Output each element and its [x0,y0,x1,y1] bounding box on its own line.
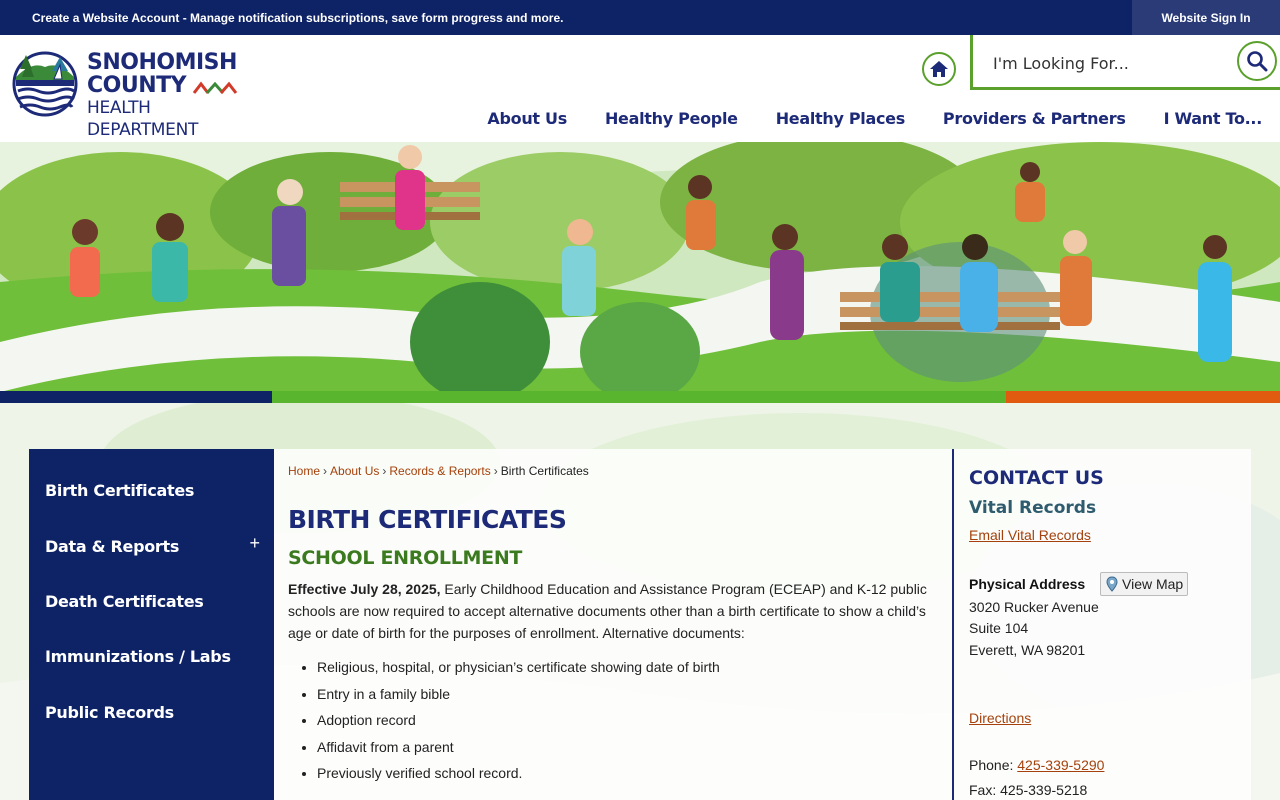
nav-providers-partners[interactable]: Providers & Partners [943,109,1126,128]
breadcrumb-about-us[interactable]: About Us [330,464,379,478]
website-sign-in-button[interactable]: Website Sign In [1132,0,1280,35]
logo-line-3: HEALTH DEPARTMENT [87,98,199,140]
page-title: BIRTH CERTIFICATES [288,505,567,534]
list-item: Entry in a family bible [317,683,720,710]
top-utility-bar: Create a Website Account - Manage notifi… [0,0,1280,35]
physical-address-label: Physical Address [969,576,1086,592]
home-icon [930,61,948,77]
breadcrumb: Home › About Us › Records & Reports › Birth Ce… [288,464,589,478]
alternative-documents-list: Religious, hospital, or physician’s cert… [317,656,720,789]
sidebar-item-immunizations-labs[interactable]: Immunizations / Labs [45,647,231,666]
breadcrumb-separator: › [382,464,387,478]
list-item: Affidavit from a parent [317,736,720,763]
county-logo[interactable]: SNOHOMISH COUNTY HEALTH DEPARTMENT [12,47,252,140]
directions-link[interactable]: Directions [969,710,1031,726]
home-button[interactable] [922,52,956,86]
breadcrumb-records-reports[interactable]: Records & Reports [389,464,490,478]
breadcrumb-separator: › [323,464,328,478]
breadcrumb-home[interactable]: Home [288,464,320,478]
search-button[interactable] [1237,41,1277,81]
main-navigation: About Us Healthy People Healthy Places P… [449,109,1262,128]
address-line-1: 3020 Rucker Avenue [969,599,1099,615]
color-stripe-orange [1006,391,1280,403]
logo-wordmark: SNOHOMISH COUNTY HEALTH DEPARTMENT [87,51,252,141]
county-seal-icon [12,51,78,117]
sidebar-item-death-certificates[interactable]: Death Certificates [45,592,204,611]
phone-line: Phone: 425-339-5290 [969,757,1104,773]
logo-line-2-text: COUNTY [87,73,187,98]
sidebar-nav: Birth Certificates Data & Reports + Deat… [29,449,274,800]
phone-link[interactable]: 425-339-5290 [1017,757,1104,773]
view-map-label: View Map [1122,576,1184,592]
search-icon [1247,51,1268,72]
color-stripe-navy [0,391,272,403]
section-title: SCHOOL ENROLLMENT [288,547,523,569]
houses-icon [193,81,238,94]
contact-title: CONTACT US [969,467,1104,489]
breadcrumb-separator: › [493,464,498,478]
search-input[interactable] [993,49,1223,77]
breadcrumb-current: Birth Certificates [500,464,589,478]
account-message: Create a Website Account - Manage notifi… [32,11,563,25]
sidebar-item-birth-certificates[interactable]: Birth Certificates [45,481,194,500]
site-header: SNOHOMISH COUNTY HEALTH DEPARTMENT I'm L… [0,35,1280,142]
nav-about-us[interactable]: About Us [487,109,567,128]
phone-label: Phone: [969,757,1018,773]
contact-panel: CONTACT US Vital Records Email Vital Rec… [952,449,1251,800]
account-message-text: - Manage notification subscriptions, sav… [179,11,564,25]
expand-data-reports-button[interactable]: + [249,533,260,554]
logo-line-2: COUNTY [87,75,252,97]
list-item: Religious, hospital, or physician’s cert… [317,656,720,683]
effective-date: Effective July 28, 2025, [288,581,441,597]
list-item: Previously verified school record. [317,762,720,789]
fax-line: Fax: 425-339-5218 [969,782,1088,798]
nav-healthy-people[interactable]: Healthy People [605,109,738,128]
address-line-3: Everett, WA 98201 [969,642,1086,658]
nav-i-want-to[interactable]: I Want To... [1164,109,1263,128]
hero-illustration [0,142,1280,392]
address-line-2: Suite 104 [969,620,1029,636]
park-scene-image [0,142,1280,392]
sidebar-item-public-records[interactable]: Public Records [45,703,174,722]
sidebar-item-data-reports[interactable]: Data & Reports [45,537,179,556]
color-stripe-green [272,391,1006,403]
enrollment-paragraph: Effective July 28, 2025, Early Childhood… [288,578,938,644]
contact-department: Vital Records [969,498,1097,518]
list-item: Adoption record [317,709,720,736]
map-pin-icon [1106,576,1118,592]
logo-line-1: SNOHOMISH [87,50,237,75]
nav-healthy-places[interactable]: Healthy Places [776,109,906,128]
search-box [970,35,1280,90]
create-account-link[interactable]: Create a Website Account [32,11,179,25]
view-map-button[interactable]: View Map [1100,572,1188,596]
main-content: Home › About Us › Records & Reports › Birth Ce… [274,449,954,800]
email-vital-records-link[interactable]: Email Vital Records [969,527,1091,543]
